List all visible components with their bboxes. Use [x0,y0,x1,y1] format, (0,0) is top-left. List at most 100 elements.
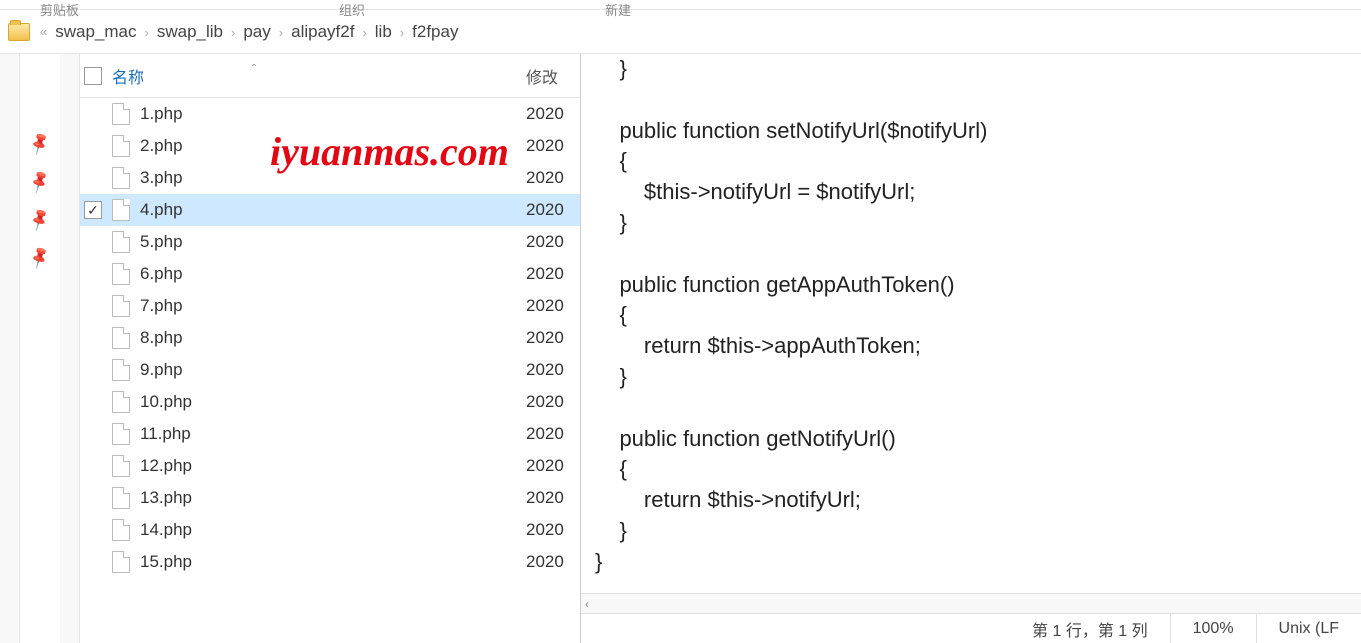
chevron-right-icon: › [400,25,404,40]
row-checkbox[interactable] [84,201,102,219]
file-icon [112,231,130,253]
folder-icon [8,23,30,41]
file-name: 5.php [140,232,526,252]
file-date: 2020 [526,456,576,476]
chevron-right-icon: › [362,25,366,40]
file-icon [112,327,130,349]
file-date: 2020 [526,104,576,124]
file-date: 2020 [526,200,576,220]
file-name: 10.php [140,392,526,412]
code-content[interactable]: } public function setNotifyUrl($notifyUr… [581,54,1361,593]
breadcrumb-item-alipayf2f[interactable]: alipayf2f [287,20,358,43]
quick-access-pins: 📌 📌 📌 📌 [20,54,60,643]
file-list-panel: 名称 ˆ 修改 iyuanmas.com 1.php20202.php20203… [80,54,580,643]
column-header-date[interactable]: 修改 [526,64,576,88]
pin-icon[interactable]: 📌 [26,168,53,195]
chevron-right-icon: › [231,25,235,40]
ribbon-tabs-strip: 剪贴板 组织 新建 [0,0,1361,10]
file-name: 7.php [140,296,526,316]
select-all-checkbox[interactable] [84,67,102,85]
file-name: 4.php [140,200,526,220]
file-icon [112,551,130,573]
file-date: 2020 [526,168,576,188]
file-row[interactable]: 3.php2020 [80,162,580,194]
file-name: 14.php [140,520,526,540]
file-date: 2020 [526,424,576,444]
file-name: 3.php [140,168,526,188]
status-zoom[interactable]: 100% [1170,614,1256,643]
file-date: 2020 [526,488,576,508]
file-row[interactable]: 14.php2020 [80,514,580,546]
file-date: 2020 [526,136,576,156]
file-name: 12.php [140,456,526,476]
breadcrumb[interactable]: « swap_mac › swap_lib › pay › alipayf2f › lib › f2… [0,10,1361,54]
file-icon [112,135,130,157]
file-icon [112,423,130,445]
row-checkbox-wrap [84,201,112,219]
file-row[interactable]: 13.php2020 [80,482,580,514]
ribbon-group-organize: 组织 [299,0,405,9]
file-name: 13.php [140,488,526,508]
file-icon [112,295,130,317]
file-icon [112,199,130,221]
file-row[interactable]: 4.php2020 [80,194,580,226]
file-icon [112,359,130,381]
column-header-name-label: 名称 [112,70,144,87]
file-date: 2020 [526,552,576,572]
file-name: 1.php [140,104,526,124]
file-icon [112,263,130,285]
file-name: 15.php [140,552,526,572]
sort-indicator-icon: ˆ [252,62,256,76]
breadcrumb-item-f2fpay[interactable]: f2fpay [408,20,462,43]
file-name: 8.php [140,328,526,348]
file-date: 2020 [526,392,576,412]
file-row[interactable]: 12.php2020 [80,450,580,482]
file-date: 2020 [526,328,576,348]
file-row[interactable]: 10.php2020 [80,386,580,418]
file-row[interactable]: 2.php2020 [80,130,580,162]
scroll-left-icon[interactable]: ‹ [585,597,589,611]
chevron-right-icon: › [145,25,149,40]
file-row[interactable]: 1.php2020 [80,98,580,130]
pin-icon[interactable]: 📌 [26,244,53,271]
file-icon [112,487,130,509]
file-date: 2020 [526,264,576,284]
file-row[interactable]: 6.php2020 [80,258,580,290]
file-name: 6.php [140,264,526,284]
editor-statusbar: 第 1 行，第 1 列 100% Unix (LF [581,613,1361,643]
ribbon-group-clipboard: 剪贴板 [0,0,119,9]
file-list-header[interactable]: 名称 ˆ 修改 [80,54,580,98]
pin-icon[interactable]: 📌 [26,206,53,233]
status-cursor-position[interactable]: 第 1 行，第 1 列 [1010,614,1170,643]
file-date: 2020 [526,360,576,380]
horizontal-scrollbar[interactable]: ‹ [581,593,1361,613]
pin-icon[interactable]: 📌 [26,130,53,157]
file-date: 2020 [526,520,576,540]
file-row[interactable]: 5.php2020 [80,226,580,258]
breadcrumb-item-swap_mac[interactable]: swap_mac [51,20,140,43]
file-row[interactable]: 9.php2020 [80,354,580,386]
ribbon-group-new: 新建 [565,0,671,9]
file-row[interactable]: 8.php2020 [80,322,580,354]
chevron-right-icon: › [279,25,283,40]
nav-rail-collapsed [0,54,20,643]
text-editor-pane: } public function setNotifyUrl($notifyUr… [580,54,1361,643]
breadcrumb-item-pay[interactable]: pay [239,20,274,43]
file-icon [112,519,130,541]
breadcrumb-prefix: « [40,24,47,39]
file-icon [112,167,130,189]
file-row[interactable]: 11.php2020 [80,418,580,450]
status-encoding[interactable]: Unix (LF [1256,614,1361,643]
file-date: 2020 [526,296,576,316]
file-row[interactable]: 15.php2020 [80,546,580,578]
breadcrumb-item-swap_lib[interactable]: swap_lib [153,20,227,43]
file-name: 11.php [140,424,526,444]
file-icon [112,103,130,125]
file-date: 2020 [526,232,576,252]
column-header-name[interactable]: 名称 ˆ [112,64,526,88]
file-row[interactable]: 7.php2020 [80,290,580,322]
file-name: 2.php [140,136,526,156]
tree-spacer [60,54,80,643]
breadcrumb-item-lib[interactable]: lib [371,20,396,43]
file-name: 9.php [140,360,526,380]
